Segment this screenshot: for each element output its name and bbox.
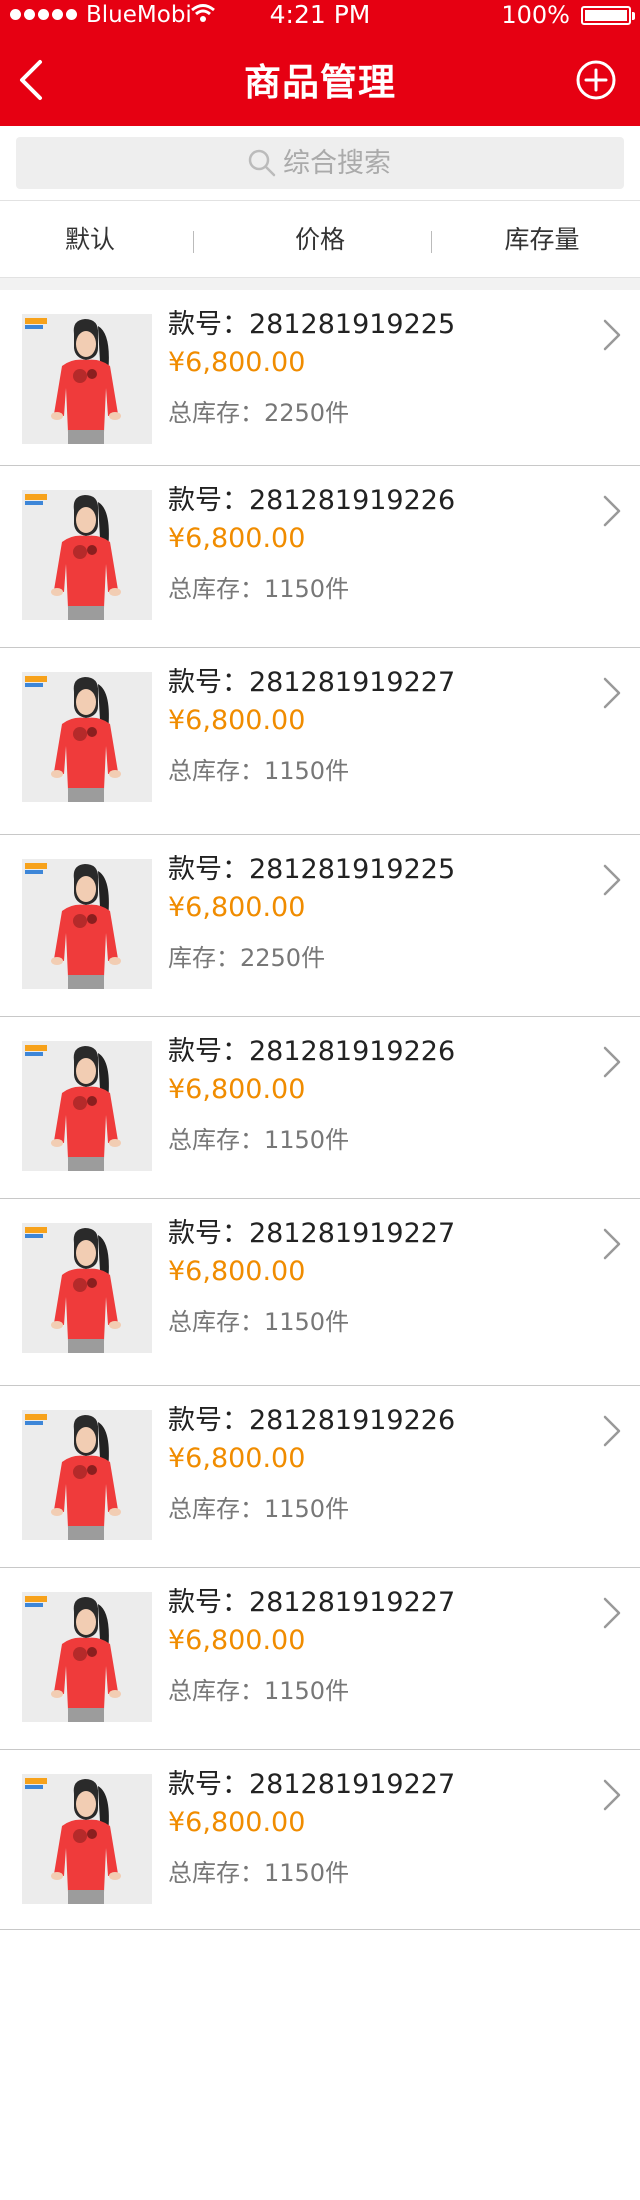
product-thumbnail: [22, 1223, 152, 1353]
product-code: 款号：281281919227: [168, 1587, 456, 1618]
product-stock: 总库存：1150件: [168, 1859, 350, 1887]
product-price: ¥6,800.00: [168, 1625, 306, 1656]
product-list-item[interactable]: 款号：281281919226 ¥6,800.00 总库存：1150件: [0, 1386, 640, 1568]
product-price: ¥6,800.00: [168, 347, 306, 378]
product-image: [22, 314, 152, 444]
product-thumbnail: [22, 490, 152, 620]
battery-icon: [581, 6, 635, 25]
product-management-page: BlueMobi 4:21 PM 100% 商品管理 综合搜索 默认 价格 库存…: [0, 0, 640, 2200]
header: BlueMobi 4:21 PM 100% 商品管理: [0, 0, 640, 126]
sort-bar: 默认 价格 库存量: [0, 200, 640, 278]
product-code: 款号：281281919226: [168, 1036, 456, 1067]
product-list-item[interactable]: 款号：281281919225 ¥6,800.00 总库存：2250件: [0, 290, 640, 466]
product-info: 款号：281281919227 ¥6,800.00 总库存：1150件: [168, 666, 455, 786]
product-price: ¥6,800.00: [168, 1443, 306, 1474]
product-list-item[interactable]: 款号：281281919226 ¥6,800.00 总库存：1150件: [0, 466, 640, 648]
plus-circle-icon[interactable]: [576, 60, 616, 100]
product-stock: 总库存：1150件: [168, 1308, 350, 1336]
product-info: 款号：281281919226 ¥6,800.00 总库存：1150件: [168, 1035, 455, 1155]
battery-level: [585, 10, 627, 21]
product-info: 款号：281281919226 ¥6,800.00 总库存：1150件: [168, 1404, 455, 1524]
product-info: 款号：281281919226 ¥6,800.00 总库存：1150件: [168, 484, 455, 604]
product-image: [22, 859, 152, 989]
product-list-item[interactable]: 款号：281281919227 ¥6,800.00 总库存：1150件: [0, 1568, 640, 1750]
product-thumbnail: [22, 1410, 152, 1540]
product-image: [22, 1223, 152, 1353]
product-code: 款号：281281919225: [168, 854, 456, 885]
product-list-item[interactable]: 款号：281281919227 ¥6,800.00 总库存：1150件: [0, 1750, 640, 1930]
product-stock: 总库存：2250件: [168, 399, 350, 427]
search-area: [0, 126, 640, 200]
product-stock: 总库存：1150件: [168, 575, 350, 603]
product-price: ¥6,800.00: [168, 1807, 306, 1838]
product-stock: 库存：2250件: [168, 944, 326, 972]
sort-divider: [193, 231, 194, 253]
chevron-right-icon: [603, 319, 621, 351]
product-stock: 总库存：1150件: [168, 757, 350, 785]
product-list-item[interactable]: 款号：281281919225 ¥6,800.00 库存：2250件: [0, 835, 640, 1017]
nav-bar: 商品管理: [0, 30, 640, 126]
sort-tab-default[interactable]: 默认: [0, 201, 180, 279]
product-price: ¥6,800.00: [168, 1074, 306, 1105]
product-info: 款号：281281919227 ¥6,800.00 总库存：1150件: [168, 1768, 455, 1888]
product-info: 款号：281281919227 ¥6,800.00 总库存：1150件: [168, 1586, 455, 1706]
product-price: ¥6,800.00: [168, 892, 306, 923]
chevron-right-icon: [603, 1597, 621, 1629]
product-list: 款号：281281919225 ¥6,800.00 总库存：2250件 款号：2…: [0, 290, 640, 1930]
product-image: [22, 1774, 152, 1904]
product-image: [22, 1592, 152, 1722]
product-thumbnail: [22, 1041, 152, 1171]
product-info: 款号：281281919225 ¥6,800.00 库存：2250件: [168, 853, 455, 973]
product-thumbnail: [22, 314, 152, 444]
search-input[interactable]: [283, 147, 393, 179]
product-price: ¥6,800.00: [168, 523, 306, 554]
product-list-item[interactable]: 款号：281281919227 ¥6,800.00 总库存：1150件: [0, 648, 640, 835]
status-bar: BlueMobi 4:21 PM 100%: [0, 0, 640, 30]
chevron-right-icon: [603, 1046, 621, 1078]
product-code: 款号：281281919227: [168, 667, 456, 698]
chevron-right-icon: [603, 1779, 621, 1811]
section-gap: [0, 278, 640, 290]
product-thumbnail: [22, 1592, 152, 1722]
product-price: ¥6,800.00: [168, 1256, 306, 1287]
chevron-right-icon: [603, 864, 621, 896]
sort-tab-stock[interactable]: 库存量: [452, 201, 632, 279]
battery-percent: 100%: [501, 1, 570, 29]
product-list-item[interactable]: 款号：281281919226 ¥6,800.00 总库存：1150件: [0, 1017, 640, 1199]
product-stock: 总库存：1150件: [168, 1126, 350, 1154]
product-image: [22, 1041, 152, 1171]
product-stock: 总库存：1150件: [168, 1495, 350, 1523]
product-image: [22, 672, 152, 802]
product-thumbnail: [22, 859, 152, 989]
product-thumbnail: [22, 672, 152, 802]
chevron-right-icon: [603, 1415, 621, 1447]
product-info: 款号：281281919227 ¥6,800.00 总库存：1150件: [168, 1217, 455, 1337]
product-code: 款号：281281919225: [168, 309, 456, 340]
product-stock: 总库存：1150件: [168, 1677, 350, 1705]
product-image: [22, 490, 152, 620]
search-box[interactable]: [16, 137, 624, 189]
product-list-item[interactable]: 款号：281281919227 ¥6,800.00 总库存：1150件: [0, 1199, 640, 1386]
sort-tab-price[interactable]: 价格: [230, 201, 410, 279]
product-info: 款号：281281919225 ¥6,800.00 总库存：2250件: [168, 308, 455, 428]
product-code: 款号：281281919227: [168, 1769, 456, 1800]
product-code: 款号：281281919227: [168, 1218, 456, 1249]
chevron-right-icon: [603, 1228, 621, 1260]
product-price: ¥6,800.00: [168, 705, 306, 736]
product-code: 款号：281281919226: [168, 485, 456, 516]
sort-divider: [431, 231, 432, 253]
chevron-right-icon: [603, 495, 621, 527]
product-code: 款号：281281919226: [168, 1405, 456, 1436]
product-image: [22, 1410, 152, 1540]
page-title: 商品管理: [244, 61, 396, 104]
product-thumbnail: [22, 1774, 152, 1904]
chevron-right-icon: [603, 677, 621, 709]
search-icon: [248, 149, 276, 177]
